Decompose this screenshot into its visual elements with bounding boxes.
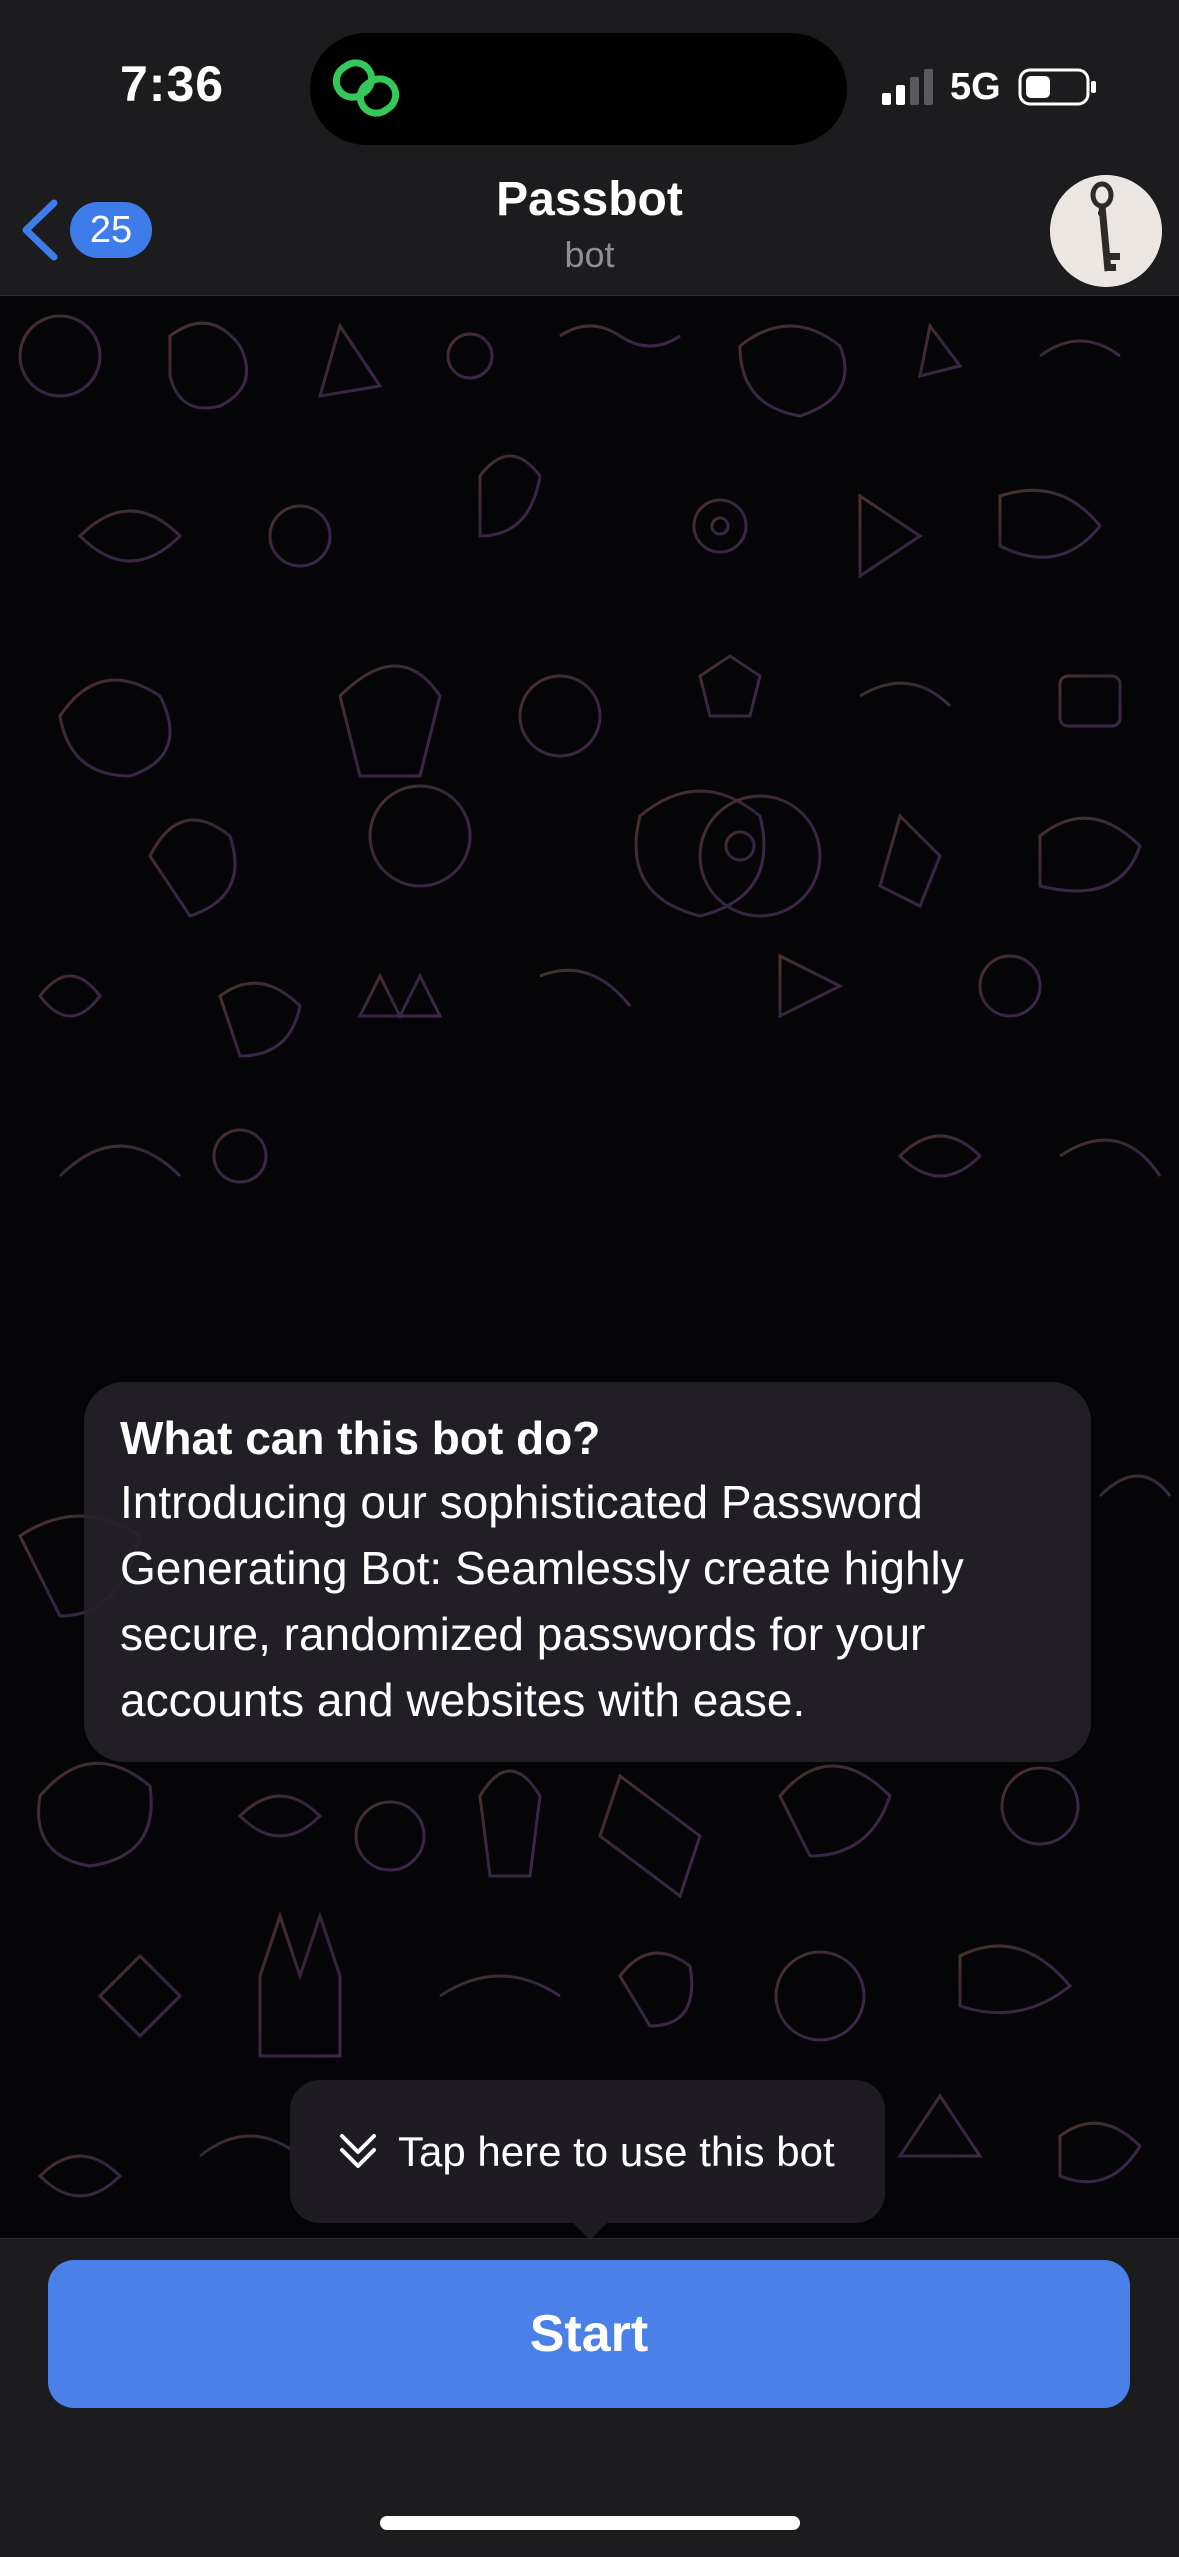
app-link-icon — [332, 59, 400, 117]
network-type: 5G — [950, 66, 1001, 108]
start-hint-tooltip[interactable]: Tap here to use this bot — [290, 2080, 885, 2223]
status-time: 7:36 — [120, 56, 225, 112]
double-chevron-down-icon — [340, 2133, 376, 2168]
chat-subtitle: bot — [564, 234, 615, 275]
top-bar: 7:36 5G 25 Passbot bot — [0, 0, 1179, 296]
chat-title[interactable]: Passbot — [0, 172, 1179, 227]
doodle-pattern — [18, 314, 1172, 2198]
bottom-bar: Start — [0, 2238, 1179, 2557]
tooltip-text: Tap here to use this bot — [398, 2127, 835, 2175]
chat-wallpaper: What can this bot do? Introducing our so… — [0, 296, 1179, 2238]
bot-info-title: What can this bot do? — [120, 1412, 601, 1464]
start-button[interactable]: Start — [48, 2260, 1130, 2408]
key-avatar-icon — [1050, 175, 1162, 287]
bot-info-description: Introducing our sophisticated Password G… — [120, 1476, 964, 1726]
tooltip-pointer — [568, 2218, 612, 2240]
bot-info-bubble: What can this bot do? Introducing our so… — [84, 1382, 1091, 1762]
signal-icon — [882, 69, 933, 105]
battery-icon — [1018, 68, 1096, 106]
bot-avatar[interactable] — [1050, 175, 1162, 287]
home-indicator[interactable] — [380, 2516, 800, 2530]
